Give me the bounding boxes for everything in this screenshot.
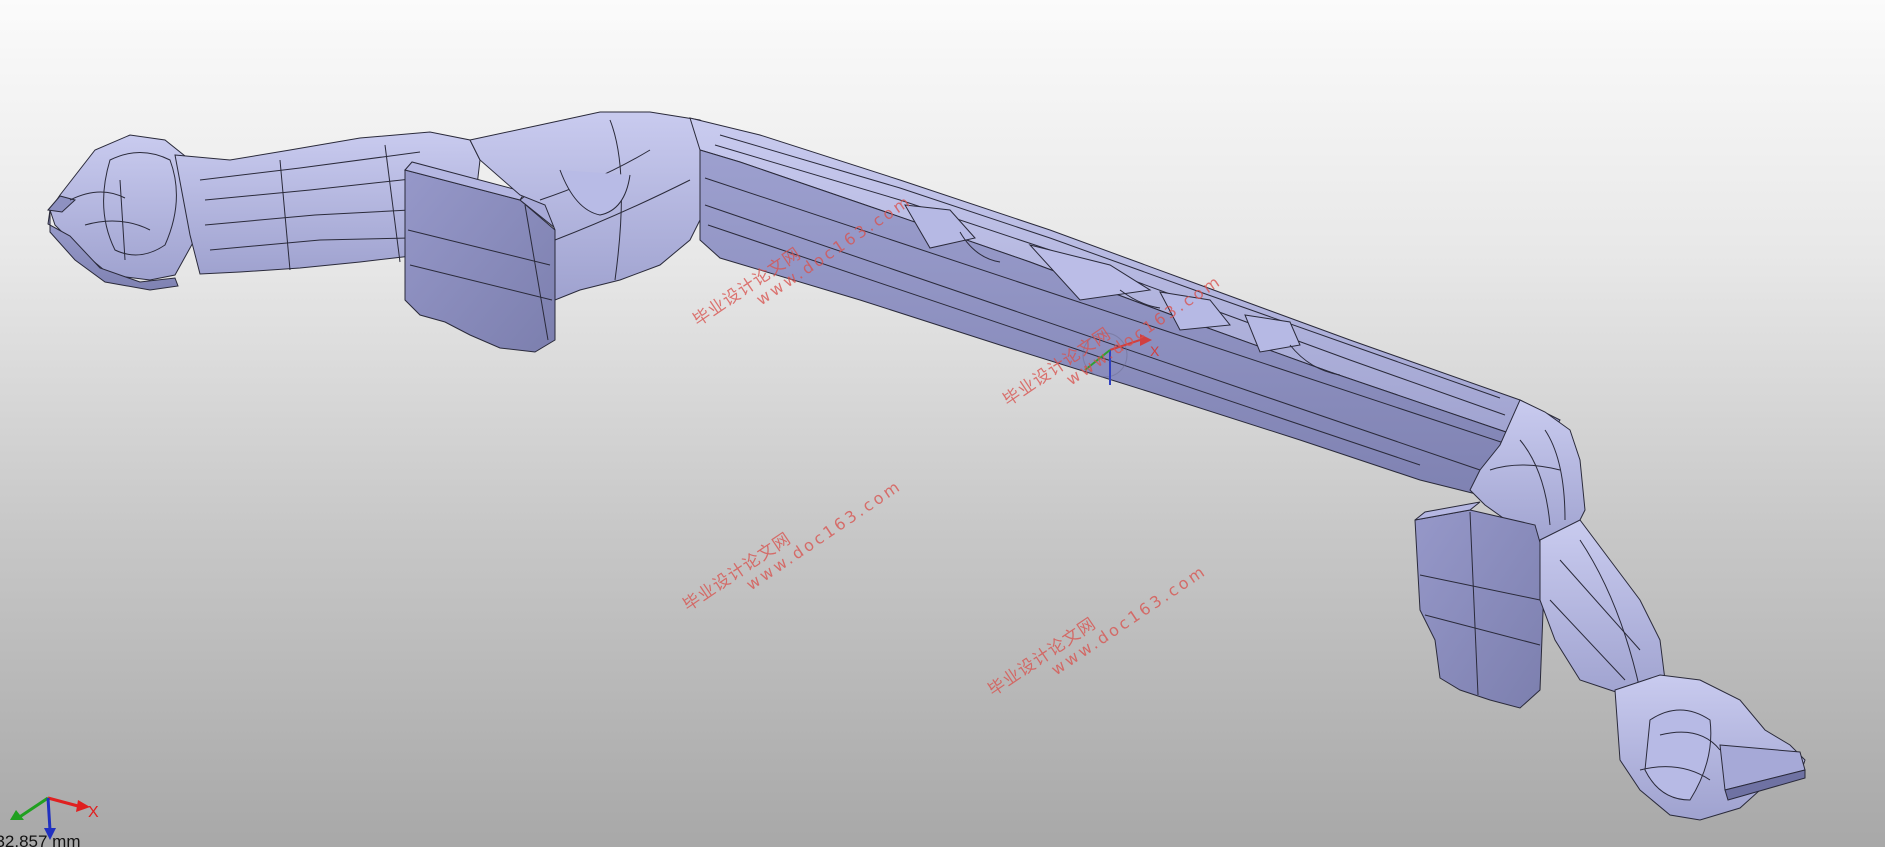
cad-model[interactable]: X [0, 0, 1885, 847]
right-flange [1414, 501, 1546, 709]
center-axis-x-label: X [1150, 343, 1160, 359]
right-end-lug [1614, 674, 1806, 821]
main-beam [689, 117, 1561, 496]
3d-viewport[interactable]: X 毕业设计论文网 www.doc163.com 毕业设计论文网 www.doc… [0, 0, 1885, 847]
scale-readout: 332.857 mm [0, 832, 81, 847]
right-arm [1539, 519, 1666, 701]
triad-x-label: X [88, 804, 99, 821]
